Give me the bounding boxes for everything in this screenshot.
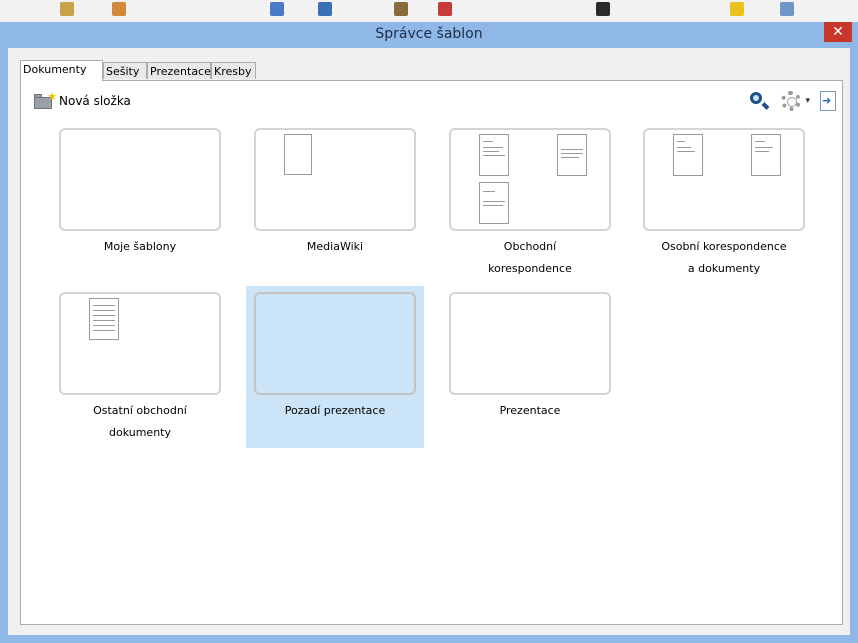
folder-thumbnail: [449, 292, 611, 395]
folder-thumbnail: [59, 128, 221, 231]
folder-label: Moje šablony: [103, 240, 177, 253]
document-preview-icon: [89, 298, 119, 340]
folder-label: Ostatní obchodní: [93, 404, 187, 417]
folder-obchodni-korespondence[interactable]: Obchodní korespondence: [441, 122, 619, 284]
document-preview-icon: [479, 134, 509, 176]
tab-prezentace[interactable]: Prezentace: [147, 62, 211, 79]
folder-ostatni-obchodni-dokumenty[interactable]: Ostatní obchodní dokumenty: [51, 286, 229, 448]
folder-label: Osobní korespondence: [661, 240, 787, 253]
folder-thumbnail: [254, 292, 416, 395]
folder-label-line2: korespondence: [488, 262, 572, 275]
folder-label: Obchodní: [503, 240, 557, 253]
toolbar-icon: [318, 2, 332, 16]
toolbar-icon: [60, 2, 74, 16]
folder-osobni-korespondence[interactable]: Osobní korespondence a dokumenty: [635, 122, 813, 284]
folder-pozadi-prezentace[interactable]: Pozadí prezentace: [246, 286, 424, 448]
search-icon[interactable]: [749, 91, 770, 111]
document-preview-icon: [751, 134, 781, 176]
folder-mediawiki[interactable]: MediaWiki: [246, 122, 424, 284]
document-preview-icon: [284, 134, 312, 175]
dialog-body: Dokumenty Sešity Prezentace Kresby ★ Nov…: [8, 48, 850, 635]
gear-icon[interactable]: [781, 91, 802, 111]
settings-menu-arrow[interactable]: ▾: [805, 96, 810, 106]
toolbar-icon: [596, 2, 610, 16]
document-preview-icon: [557, 134, 587, 176]
new-folder-button[interactable]: ★ Nová složka: [34, 90, 131, 110]
folder-label-line2: a dokumenty: [687, 262, 761, 275]
new-folder-label: Nová složka: [59, 94, 131, 108]
folder-thumbnail: [254, 128, 416, 231]
toolbar-icon: [730, 2, 744, 16]
document-preview-icon: [479, 182, 509, 224]
template-manager-window: Správce šablon ✕ Dokumenty Sešity Prezen…: [0, 0, 858, 643]
import-icon[interactable]: [820, 91, 836, 111]
tab-sesity[interactable]: Sešity: [103, 62, 147, 79]
folder-thumbnail: [59, 292, 221, 395]
title-bar[interactable]: Správce šablon ✕: [0, 22, 858, 48]
toolbar-right: ▾: [749, 90, 836, 112]
folder-moje-sablony[interactable]: Moje šablony: [51, 122, 229, 284]
folder-label: Pozadí prezentace: [284, 404, 386, 417]
tab-kresby[interactable]: Kresby: [211, 62, 256, 79]
tab-dokumenty[interactable]: Dokumenty: [20, 60, 103, 81]
folder-new-icon: ★: [34, 90, 57, 109]
folder-label: MediaWiki: [306, 240, 364, 253]
background-toolbar-strip: [0, 0, 858, 22]
toolbar-icon: [394, 2, 408, 16]
toolbar-icon: [270, 2, 284, 16]
folder-prezentace[interactable]: Prezentace: [441, 286, 619, 448]
toolbar-icon: [112, 2, 126, 16]
window-title: Správce šablon: [375, 26, 483, 42]
document-preview-icon: [673, 134, 703, 176]
toolbar-icon: [780, 2, 794, 16]
folder-thumbnail: [643, 128, 805, 231]
folder-thumbnail: [449, 128, 611, 231]
toolbar-icon: [438, 2, 452, 16]
folder-label: Prezentace: [499, 404, 561, 417]
folder-label-line2: dokumenty: [109, 426, 171, 439]
template-panel: ★ Nová složka ▾ Moje šablony: [20, 80, 843, 625]
close-button[interactable]: ✕: [824, 22, 852, 42]
